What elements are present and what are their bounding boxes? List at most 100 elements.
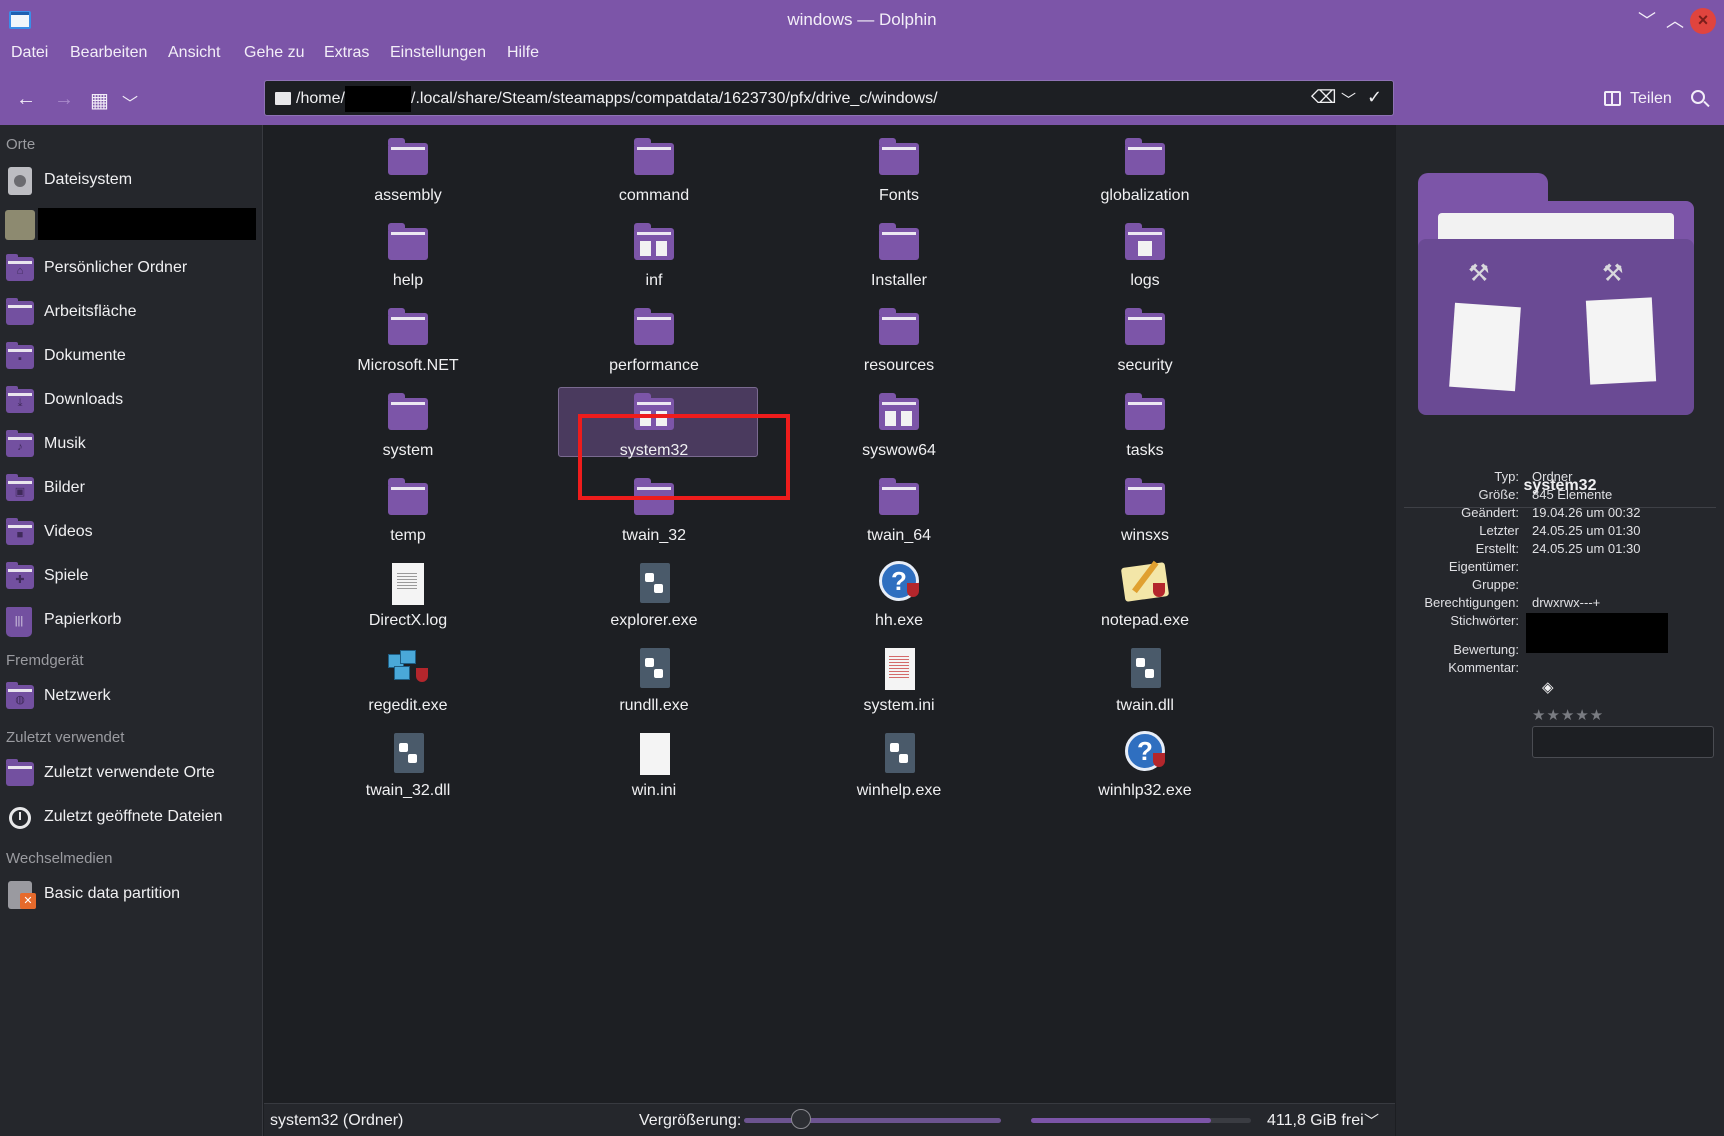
file-item[interactable]: twain_32.dll bbox=[293, 720, 523, 806]
confirm-path-icon[interactable]: ✓ bbox=[1367, 87, 1382, 108]
sidebar-item-recent-files[interactable]: Zuletzt geöffnete Dateien bbox=[0, 798, 262, 838]
file-item[interactable]: winsxs bbox=[1030, 465, 1260, 551]
file-item[interactable]: assembly bbox=[293, 125, 523, 211]
file-item[interactable]: regedit.exe bbox=[293, 635, 523, 721]
back-icon[interactable]: ← bbox=[16, 88, 36, 111]
path-prefix: /home/ bbox=[296, 90, 345, 107]
sidebar-item-label: Persönlicher Ordner bbox=[44, 259, 188, 276]
split-button[interactable]: Teilen bbox=[1630, 90, 1672, 108]
sidebar-item-filesystem[interactable]: Dateisystem bbox=[0, 161, 262, 201]
info-row: Gruppe: bbox=[1396, 577, 1724, 595]
file-item[interactable]: tasks bbox=[1030, 380, 1260, 466]
file-item[interactable]: resources bbox=[784, 295, 1014, 381]
sidebar-item-music[interactable]: ♪ Musik bbox=[0, 425, 262, 465]
folder-icon bbox=[1123, 138, 1167, 178]
file-item[interactable]: ? winhlp32.exe bbox=[1030, 720, 1260, 806]
sidebar-item-home[interactable]: ⌂ Persönlicher Ordner bbox=[0, 249, 262, 289]
file-item[interactable]: DirectX.log bbox=[293, 550, 523, 636]
free-space-label: 411,8 GiB frei bbox=[1267, 1112, 1364, 1129]
file-name: twain_32 bbox=[621, 527, 687, 544]
file-item[interactable]: notepad.exe bbox=[1030, 550, 1260, 636]
menu-settings[interactable]: Einstellungen bbox=[390, 44, 486, 62]
file-item[interactable]: rundll.exe bbox=[539, 635, 769, 721]
menu-tools[interactable]: Extras bbox=[324, 44, 369, 62]
maximize-button[interactable]: ︿ bbox=[1662, 8, 1688, 34]
file-item[interactable]: syswow64 bbox=[784, 380, 1014, 466]
file-item[interactable]: globalization bbox=[1030, 125, 1260, 211]
file-view[interactable]: assembly command Fonts globalization help inf… bbox=[264, 125, 1395, 1103]
menu-view[interactable]: Ansicht bbox=[168, 44, 220, 62]
info-value: drwxrwx---+ bbox=[1532, 595, 1601, 610]
file-item[interactable]: win.ini bbox=[539, 720, 769, 806]
file-item[interactable]: logs bbox=[1030, 210, 1260, 296]
sidebar-item-videos[interactable]: ■ Videos bbox=[0, 513, 262, 553]
clear-path-icon[interactable]: ⌫ bbox=[1311, 87, 1336, 108]
file-name: DirectX.log bbox=[368, 612, 448, 629]
location-bar[interactable]: /home/ /.local/share/Steam/steamapps/com… bbox=[264, 80, 1394, 116]
file-item[interactable]: explorer.exe bbox=[539, 550, 769, 636]
file-item[interactable]: security bbox=[1030, 295, 1260, 381]
file-item[interactable]: help bbox=[293, 210, 523, 296]
folder-icon bbox=[632, 308, 676, 348]
executable-icon bbox=[632, 563, 676, 603]
sidebar-item-label: Bilder bbox=[44, 479, 85, 496]
view-mode-icon[interactable]: ▦ bbox=[90, 88, 109, 113]
file-name: system.ini bbox=[863, 697, 935, 714]
sidebar-item-downloads[interactable]: ⤓ Downloads bbox=[0, 381, 262, 421]
folder-icon bbox=[386, 223, 430, 263]
sidebar-item-desktop[interactable]: Arbeitsfläche bbox=[0, 293, 262, 333]
file-item[interactable]: performance bbox=[539, 295, 769, 381]
zoom-slider-handle[interactable] bbox=[791, 1109, 811, 1129]
comment-field[interactable] bbox=[1532, 726, 1714, 758]
file-item[interactable]: temp bbox=[293, 465, 523, 551]
file-name: performance bbox=[609, 357, 699, 374]
sidebar-section-recent: Zuletzt verwendet bbox=[6, 729, 125, 746]
sidebar-item-partition[interactable]: Basic data partition bbox=[0, 875, 262, 915]
sidebar-item-redacted-server[interactable] bbox=[0, 205, 262, 245]
menu-go[interactable]: Gehe zu bbox=[244, 44, 304, 62]
file-item[interactable]: Installer bbox=[784, 210, 1014, 296]
title-bar[interactable]: windows — Dolphin ﹀ ︿ × bbox=[0, 0, 1724, 40]
add-tag-icon[interactable]: ◈ bbox=[1542, 678, 1554, 696]
file-name: assembly bbox=[374, 187, 442, 204]
menu-edit[interactable]: Bearbeiten bbox=[70, 44, 147, 62]
rating-stars[interactable]: ★★★★★ bbox=[1532, 706, 1604, 724]
sidebar-item-pictures[interactable]: ▣ Bilder bbox=[0, 469, 262, 509]
menu-help[interactable]: Hilfe bbox=[507, 44, 539, 62]
sidebar-item-documents[interactable]: ▪ Dokumente bbox=[0, 337, 262, 377]
forward-icon[interactable]: → bbox=[54, 88, 74, 111]
folder-icon bbox=[877, 138, 921, 178]
search-icon[interactable] bbox=[1691, 90, 1705, 104]
file-item[interactable]: system bbox=[293, 380, 523, 466]
file-item[interactable]: system.ini bbox=[784, 635, 1014, 721]
file-item[interactable]: Microsoft.NET bbox=[293, 295, 523, 381]
file-name: winsxs bbox=[1120, 527, 1169, 544]
close-button[interactable]: × bbox=[1690, 8, 1716, 34]
zoom-slider[interactable] bbox=[744, 1118, 1001, 1123]
sidebar-item-label: Zuletzt verwendete Orte bbox=[44, 764, 215, 781]
file-item[interactable]: ? hh.exe bbox=[784, 550, 1014, 636]
file-item[interactable]: Fonts bbox=[784, 125, 1014, 211]
sidebar-item-trash[interactable]: ||| Papierkorb bbox=[0, 601, 262, 641]
info-value: 845 Elemente bbox=[1532, 487, 1613, 502]
sidebar-item-games[interactable]: ✚ Spiele bbox=[0, 557, 262, 597]
path-history-dropdown-icon[interactable]: ﹀ bbox=[1341, 89, 1356, 110]
sidebar-item-network[interactable]: ◍ Netzwerk bbox=[0, 677, 262, 717]
file-icon bbox=[632, 733, 676, 775]
file-item[interactable]: inf bbox=[539, 210, 769, 296]
space-menu-icon[interactable]: ﹀ bbox=[1364, 1110, 1379, 1131]
file-item[interactable]: winhelp.exe bbox=[784, 720, 1014, 806]
menu-file[interactable]: Datei bbox=[11, 44, 48, 62]
info-key: Größe: bbox=[1478, 487, 1519, 502]
view-mode-menu-icon[interactable]: ﹀ bbox=[122, 90, 138, 114]
file-item[interactable]: command bbox=[539, 125, 769, 211]
info-row: Typ: Ordner bbox=[1396, 469, 1724, 487]
minimize-button[interactable]: ﹀ bbox=[1634, 8, 1660, 34]
registry-icon bbox=[386, 648, 430, 688]
file-item[interactable]: twain_64 bbox=[784, 465, 1014, 551]
sidebar-item-label: Netzwerk bbox=[44, 687, 111, 704]
split-view-icon[interactable] bbox=[1604, 91, 1621, 106]
file-item[interactable]: twain.dll bbox=[1030, 635, 1260, 721]
file-name: resources bbox=[863, 357, 935, 374]
sidebar-item-recent-places[interactable]: Zuletzt verwendete Orte bbox=[0, 754, 262, 794]
